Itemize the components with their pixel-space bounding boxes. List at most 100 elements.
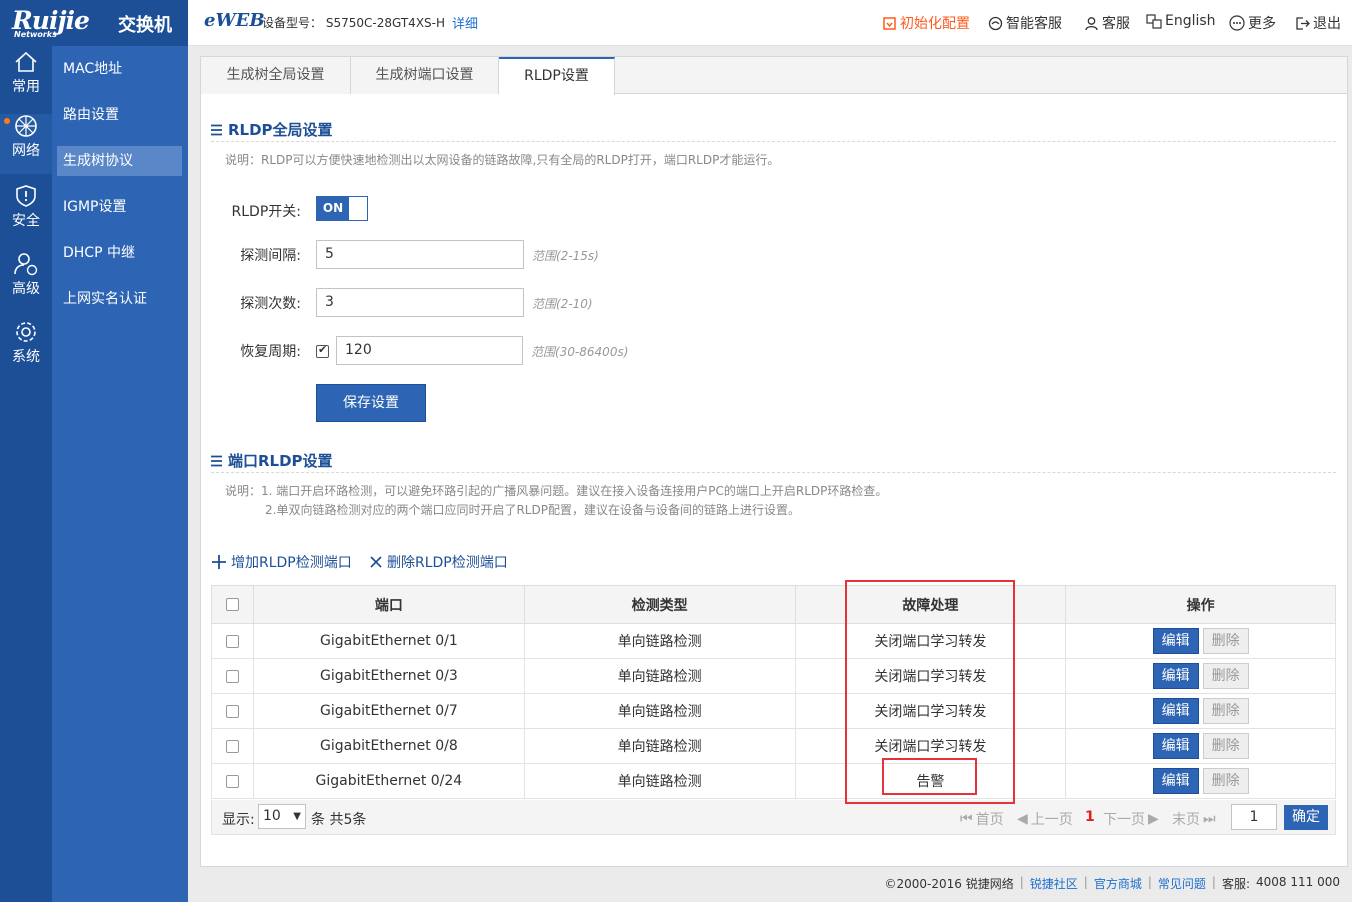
delete-button[interactable]: 删除 bbox=[1202, 698, 1249, 724]
edit-button[interactable]: 编辑 bbox=[1152, 733, 1199, 759]
last-page-button[interactable]: 末页 ⏭ bbox=[1172, 809, 1216, 829]
subnav-item-realname-auth[interactable]: 上网实名认证 bbox=[57, 284, 182, 314]
subnav-item-stp[interactable]: 生成树协议 bbox=[57, 146, 182, 176]
row-checkbox[interactable] bbox=[225, 739, 239, 753]
table-header-row: 端口 检测类型 故障处理 操作 bbox=[211, 585, 1336, 624]
rldp-switch[interactable]: ON bbox=[316, 196, 368, 221]
next-page-label: 下一页 bbox=[1103, 812, 1145, 828]
logout-button[interactable]: 退出 bbox=[1295, 13, 1341, 33]
rail-label: 系统 bbox=[12, 349, 40, 365]
community-link[interactable]: 锐捷社区 bbox=[1030, 875, 1078, 892]
footer: ©2000-2016 锐捷网络 | 锐捷社区 | 官方商城 | 常见问题 | 客… bbox=[885, 875, 1341, 892]
goto-confirm-button[interactable]: 确定 bbox=[1284, 805, 1328, 830]
shield-icon bbox=[16, 185, 36, 207]
logo-subtext: Networks bbox=[14, 30, 57, 39]
smart-service-button[interactable]: 智能客服 bbox=[988, 13, 1062, 33]
port-cell: GigabitEthernet 0/8 bbox=[252, 728, 525, 764]
subnav-item-dhcp-relay[interactable]: DHCP 中继 bbox=[57, 238, 182, 268]
current-page: 1 bbox=[1085, 809, 1095, 825]
type-cell: 单向链路检测 bbox=[523, 763, 796, 799]
customer-service-label: 客服 bbox=[1102, 16, 1130, 32]
more-icon bbox=[1229, 15, 1245, 31]
operation-cell: 编辑 删除 bbox=[1065, 658, 1336, 694]
delete-button[interactable]: 删除 bbox=[1202, 768, 1249, 794]
row-select-cell bbox=[211, 623, 254, 659]
port-cell: GigabitEthernet 0/3 bbox=[252, 658, 525, 694]
delete-button[interactable]: 删除 bbox=[1202, 733, 1249, 759]
chevron-down-icon: ▼ bbox=[293, 811, 301, 822]
hotline-label: 客服: bbox=[1221, 877, 1251, 891]
row-checkbox[interactable] bbox=[225, 634, 239, 648]
operation-cell: 编辑 删除 bbox=[1065, 763, 1336, 799]
headset-icon bbox=[988, 16, 1003, 30]
next-page-button[interactable]: 下一页 ▶ bbox=[1103, 809, 1159, 829]
divider bbox=[211, 472, 1336, 473]
model-value: S5750C-28GT4XS-H bbox=[325, 16, 446, 30]
edit-button[interactable]: 编辑 bbox=[1152, 628, 1199, 654]
close-icon bbox=[370, 556, 382, 568]
delete-button[interactable]: 删除 bbox=[1202, 663, 1249, 689]
init-config-button[interactable]: 初始化配置 bbox=[882, 13, 970, 33]
edit-button[interactable]: 编辑 bbox=[1152, 768, 1199, 794]
tab-bar: 生成树全局设置 生成树端口设置 RLDP设置 bbox=[201, 57, 1347, 95]
count-input[interactable]: 3 bbox=[316, 288, 524, 317]
goto-page-input[interactable]: 1 bbox=[1231, 804, 1277, 830]
subnav-item-mac[interactable]: MAC地址 bbox=[57, 54, 182, 84]
separator: | bbox=[1019, 875, 1024, 889]
prev-page-button[interactable]: ◀ 上一页 bbox=[1017, 809, 1073, 829]
language-button[interactable]: English bbox=[1146, 13, 1216, 29]
prev-page-icon: ◀ bbox=[1017, 811, 1028, 827]
home-icon bbox=[15, 51, 37, 72]
subnav-item-routing[interactable]: 路由设置 bbox=[57, 100, 182, 130]
interval-input[interactable]: 5 bbox=[316, 240, 524, 269]
table-row: GigabitEthernet 0/7 单向链路检测 关闭端口学习转发 编辑 删除 bbox=[211, 693, 1336, 729]
rail-item-advanced[interactable]: 高级 bbox=[0, 252, 52, 312]
more-button[interactable]: 更多 bbox=[1229, 13, 1276, 33]
interval-range: 范围(2-15s) bbox=[532, 249, 599, 263]
reset-icon bbox=[883, 16, 896, 30]
port-title-text: 端口RLDP设置 bbox=[228, 452, 333, 470]
rail-item-common[interactable]: 常用 bbox=[0, 50, 52, 110]
edit-button[interactable]: 编辑 bbox=[1152, 663, 1199, 689]
switch-state: ON bbox=[317, 197, 349, 220]
faq-link[interactable]: 常见问题 bbox=[1158, 875, 1206, 892]
customer-service-button[interactable]: 客服 bbox=[1084, 13, 1130, 33]
save-settings-button[interactable]: 保存设置 bbox=[316, 384, 426, 422]
store-link[interactable]: 官方商城 bbox=[1094, 875, 1142, 892]
operation-cell: 编辑 删除 bbox=[1065, 693, 1336, 729]
detail-link[interactable]: 详细 bbox=[452, 13, 478, 32]
add-rldp-port-button[interactable]: 增加RLDP检测端口 bbox=[211, 552, 352, 572]
recover-checkbox[interactable] bbox=[316, 343, 329, 358]
rail-item-security[interactable]: 安全 bbox=[0, 184, 52, 244]
col-detect-type: 检测类型 bbox=[523, 585, 796, 624]
edit-button[interactable]: 编辑 bbox=[1152, 698, 1199, 724]
first-page-button[interactable]: ⏮ 首页 bbox=[960, 809, 1004, 829]
tab-rldp[interactable]: RLDP设置 bbox=[499, 57, 615, 95]
language-icon bbox=[1146, 13, 1162, 29]
operation-cell: 编辑 删除 bbox=[1065, 623, 1336, 659]
global-section-title: RLDP全局设置 bbox=[211, 119, 333, 140]
col-port: 端口 bbox=[252, 585, 525, 624]
col-operation: 操作 bbox=[1065, 585, 1336, 624]
tab-stp-global[interactable]: 生成树全局设置 bbox=[201, 57, 351, 94]
delete-button[interactable]: 删除 bbox=[1202, 628, 1249, 654]
add-label: 增加RLDP检测端口 bbox=[231, 555, 352, 571]
total-count: 条 共5条 bbox=[311, 812, 367, 828]
smart-service-label: 智能客服 bbox=[1006, 16, 1062, 32]
divider bbox=[211, 141, 1336, 142]
row-checkbox[interactable] bbox=[225, 669, 239, 683]
subnav-item-igmp[interactable]: IGMP设置 bbox=[57, 192, 182, 222]
tab-stp-port[interactable]: 生成树端口设置 bbox=[351, 57, 499, 94]
page-size-select[interactable]: 10 ▼ bbox=[258, 804, 306, 829]
remove-rldp-port-button[interactable]: 删除RLDP检测端口 bbox=[369, 552, 508, 572]
rail-item-system[interactable]: 系统 bbox=[0, 320, 52, 380]
recover-input[interactable]: 120 bbox=[336, 336, 523, 365]
interval-label: 探测间隔: bbox=[240, 248, 301, 264]
first-page-label: 首页 bbox=[975, 812, 1004, 828]
select-all-checkbox[interactable] bbox=[225, 598, 239, 611]
last-page-label: 末页 bbox=[1172, 812, 1200, 828]
rail-item-network[interactable]: 网络 bbox=[0, 114, 52, 174]
row-checkbox[interactable] bbox=[225, 774, 239, 788]
row-checkbox[interactable] bbox=[225, 704, 239, 718]
rail-label: 常用 bbox=[12, 79, 40, 95]
